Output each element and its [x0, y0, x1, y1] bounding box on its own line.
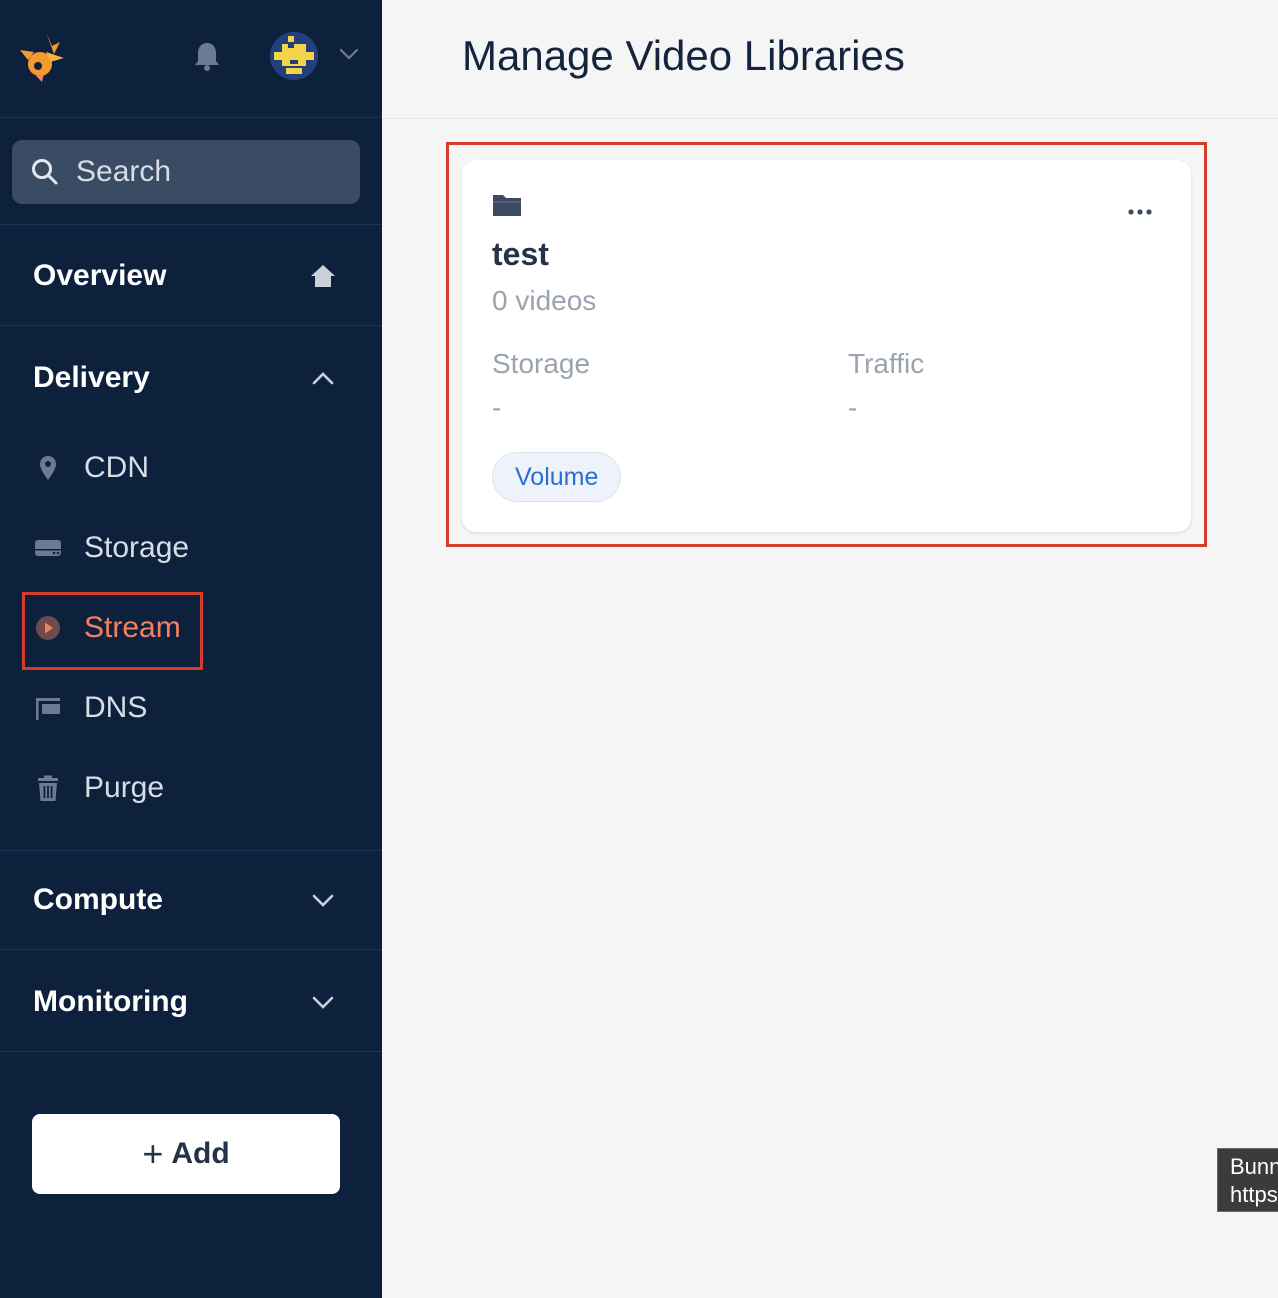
- nav-item-dns[interactable]: DNS: [34, 678, 147, 738]
- tooltip-line: https: [1230, 1182, 1278, 1207]
- plus-icon: +: [142, 1133, 164, 1174]
- divider: [0, 224, 382, 225]
- section-overview[interactable]: Overview: [0, 226, 382, 326]
- trash-icon: [38, 775, 58, 801]
- section-title: Compute: [33, 883, 163, 916]
- nav-item-purge[interactable]: Purge: [34, 758, 164, 818]
- add-button[interactable]: + Add: [32, 1114, 340, 1194]
- chevron-down-icon: [312, 894, 334, 907]
- storage-value: -: [492, 392, 502, 423]
- avatar-pattern-icon: [270, 32, 318, 80]
- add-button-label: Add: [171, 1137, 230, 1170]
- nav-item-label: CDN: [84, 451, 149, 484]
- section-title: Delivery: [33, 361, 150, 394]
- search-icon: [32, 159, 58, 185]
- chevron-down-icon: [312, 996, 334, 1009]
- chevron-up-icon: [312, 372, 334, 385]
- nav-item-label: DNS: [84, 691, 148, 724]
- section-title: Monitoring: [33, 984, 188, 1018]
- search-input[interactable]: [76, 155, 336, 189]
- volume-tag[interactable]: Volume: [492, 452, 622, 502]
- page-header: Manage Video Libraries: [382, 0, 1278, 119]
- search-box[interactable]: [12, 140, 360, 204]
- tooltip-line: Bunn: [1230, 1154, 1278, 1179]
- nav-item-storage[interactable]: Storage: [34, 518, 189, 578]
- location-pin-icon: [40, 456, 56, 480]
- nav-item-label: Purge: [84, 771, 165, 804]
- video-count: 0 videos: [492, 285, 597, 316]
- section-delivery[interactable]: Delivery: [0, 328, 382, 428]
- bunny-logo-icon[interactable]: [16, 28, 66, 84]
- sidebar: Overview Delivery CDN Storage Stream: [0, 0, 382, 1298]
- drive-icon: [35, 540, 61, 556]
- more-options-icon[interactable]: [1126, 204, 1154, 220]
- tooltip: Bunn https: [1217, 1148, 1278, 1212]
- page-title: Manage Video Libraries: [462, 32, 905, 79]
- traffic-label: Traffic: [848, 348, 925, 379]
- traffic-value: -: [848, 392, 858, 423]
- section-monitoring[interactable]: Monitoring: [0, 952, 382, 1052]
- chevron-down-icon[interactable]: [338, 44, 360, 64]
- flag-icon: [36, 698, 60, 720]
- folder-icon: [493, 195, 521, 216]
- nav-item-cdn[interactable]: CDN: [34, 438, 149, 498]
- storage-label: Storage: [492, 348, 591, 379]
- section-title: Overview: [33, 258, 167, 292]
- library-name[interactable]: test: [492, 236, 549, 273]
- video-library-card[interactable]: test 0 videos Storage - Traffic - Volume: [462, 160, 1191, 532]
- section-compute[interactable]: Compute: [0, 850, 382, 950]
- avatar[interactable]: [270, 32, 318, 80]
- stream-highlight-box: [22, 592, 203, 670]
- home-icon: [311, 264, 335, 287]
- sidebar-topbar: [0, 0, 382, 118]
- nav-item-label: Storage: [84, 531, 190, 564]
- bell-icon[interactable]: [192, 40, 222, 72]
